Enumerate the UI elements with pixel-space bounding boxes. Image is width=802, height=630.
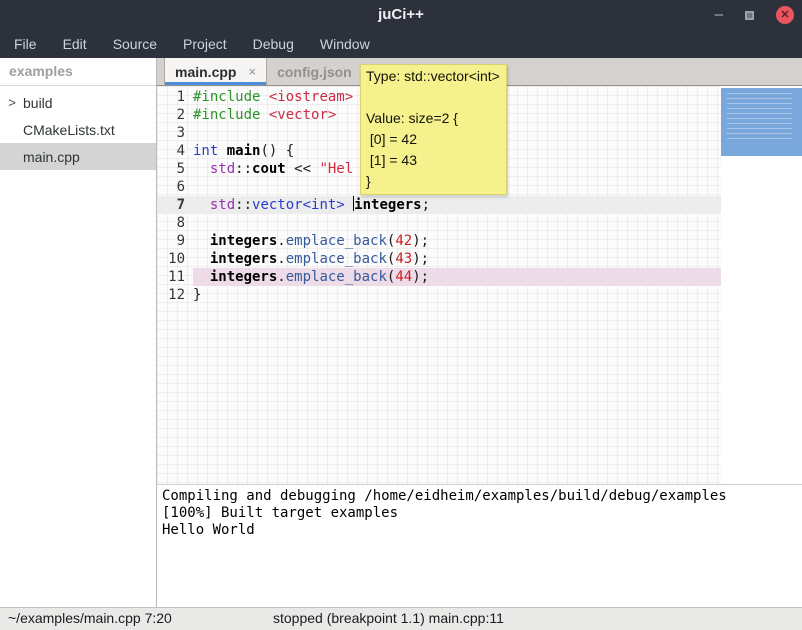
window-controls: – ✕ [715, 0, 794, 30]
menu-bar: FileEditSourceProjectDebugWindow [0, 30, 802, 58]
line-number: 8 [157, 214, 193, 232]
line-number: 9 [157, 232, 193, 250]
tooltip-line: } [366, 171, 501, 192]
menu-item-source[interactable]: Source [103, 32, 167, 56]
tree-item-label: main.cpp [20, 149, 80, 165]
code-overview-map[interactable] [721, 88, 802, 156]
line-number: 3 [157, 124, 193, 142]
file-tree: >build CMakeLists.txt main.cpp [0, 86, 156, 170]
editor-line-7[interactable]: 7 std::vector<int> integers; [157, 196, 721, 214]
tab-label: config.json [277, 64, 352, 80]
title-bar[interactable]: juCi++ – ✕ [0, 0, 802, 30]
window-title: juCi++ [0, 0, 802, 30]
terminal-line: [100%] Built target examples [162, 505, 802, 522]
code-text: std::vector<int> integers; [193, 196, 721, 214]
chevron-right-icon[interactable]: > [4, 95, 20, 110]
terminal-line: Compiling and debugging /home/eidheim/ex… [162, 488, 802, 505]
tab-close-icon[interactable]: × [248, 64, 256, 79]
line-number: 12 [157, 286, 193, 304]
line-number: 1 [157, 88, 193, 106]
code-text: integers.emplace_back(44); [193, 268, 721, 286]
overview-column [721, 86, 802, 484]
tooltip-line [366, 87, 501, 108]
line-number: 5 [157, 160, 193, 178]
line-number: 7 [157, 196, 193, 214]
code-text [193, 214, 721, 232]
menu-item-window[interactable]: Window [310, 32, 380, 56]
line-number: 2 [157, 106, 193, 124]
tooltip-line: [1] = 43 [366, 150, 501, 171]
restore-icon[interactable] [745, 11, 754, 20]
status-file-location: ~/examples/main.cpp 7:20 [8, 610, 172, 626]
close-button[interactable]: ✕ [776, 6, 794, 24]
tooltip-line: Value: size=2 { [366, 108, 501, 129]
tab-main-cpp[interactable]: main.cpp × [164, 58, 267, 85]
app-window: juCi++ – ✕ FileEditSourceProjectDebugWin… [0, 0, 802, 630]
editor-panel: main.cpp×config.json 1#include <iostream… [157, 58, 802, 607]
project-name-header: examples [0, 58, 156, 86]
main-area: examples >build CMakeLists.txt main.cpp ma… [0, 58, 802, 607]
debug-value-tooltip: Type: std::vector<int>Value: size=2 { [0… [360, 64, 507, 195]
menu-item-debug[interactable]: Debug [243, 32, 304, 56]
editor-line-11[interactable]: 11 integers.emplace_back(44); [157, 268, 721, 286]
tree-item-build[interactable]: >build [0, 89, 156, 116]
minimize-button[interactable]: – [715, 0, 723, 30]
file-tree-sidebar: examples >build CMakeLists.txt main.cpp [0, 58, 157, 607]
code-text: integers.emplace_back(43); [193, 250, 721, 268]
line-number: 6 [157, 178, 193, 196]
editor-line-12[interactable]: 12} [157, 286, 721, 304]
menu-item-project[interactable]: Project [173, 32, 237, 56]
terminal-output[interactable]: Compiling and debugging /home/eidheim/ex… [157, 485, 802, 607]
line-number: 11 [157, 268, 193, 286]
status-bar: ~/examples/main.cpp 7:20 stopped (breakp… [0, 607, 802, 630]
tree-item-label: build [20, 95, 53, 111]
line-number: 10 [157, 250, 193, 268]
tab-label: main.cpp [175, 64, 236, 80]
tree-item-main-cpp[interactable]: main.cpp [0, 143, 156, 170]
code-text: integers.emplace_back(42); [193, 232, 721, 250]
menu-item-edit[interactable]: Edit [53, 32, 97, 56]
tooltip-line: Type: std::vector<int> [366, 66, 501, 87]
code-text: } [193, 286, 721, 304]
editor-line-10[interactable]: 10 integers.emplace_back(43); [157, 250, 721, 268]
tree-item-label: CMakeLists.txt [20, 122, 115, 138]
terminal-line: Hello World [162, 522, 802, 539]
tooltip-line: [0] = 42 [366, 129, 501, 150]
tree-item-cmakelists-txt[interactable]: CMakeLists.txt [0, 116, 156, 143]
tab-config-json[interactable]: config.json [267, 58, 362, 85]
line-number: 4 [157, 142, 193, 160]
status-debug-state: stopped (breakpoint 1.1) main.cpp:11 [273, 610, 504, 626]
editor-line-8[interactable]: 8 [157, 214, 721, 232]
editor-line-9[interactable]: 9 integers.emplace_back(42); [157, 232, 721, 250]
menu-item-file[interactable]: File [4, 32, 47, 56]
